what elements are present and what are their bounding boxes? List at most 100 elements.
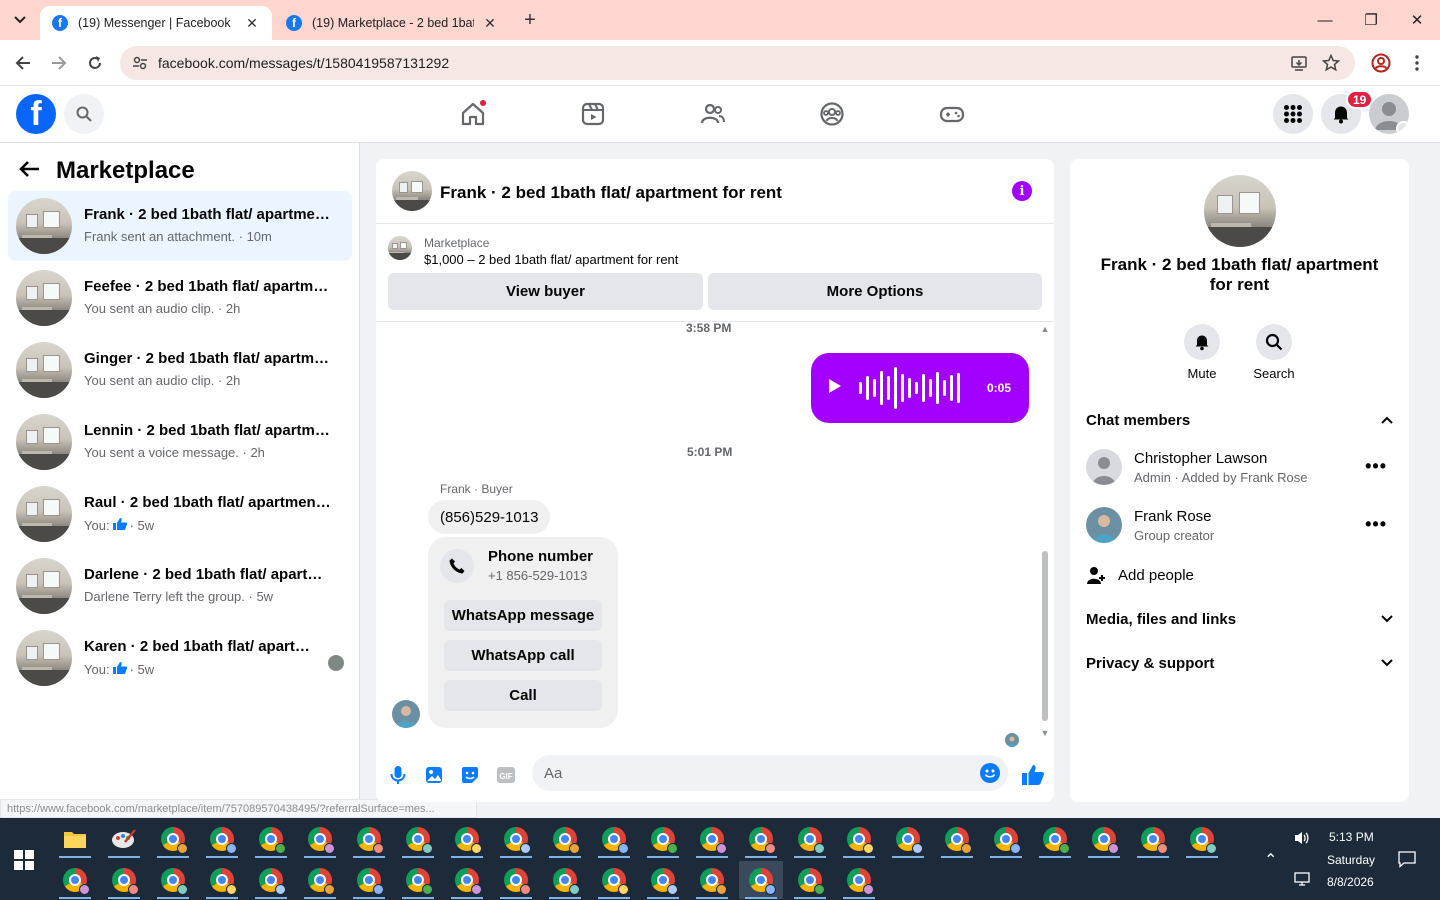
chrome-app-icon[interactable]	[151, 820, 195, 858]
close-tab-icon[interactable]: ✕	[244, 15, 260, 32]
chrome-app-icon[interactable]	[543, 820, 587, 858]
chrome-app-icon[interactable]	[739, 861, 783, 899]
chrome-app-icon[interactable]	[53, 861, 97, 899]
chrome-app-icon[interactable]	[494, 820, 538, 858]
nav-groups[interactable]	[814, 96, 850, 132]
chrome-app-icon[interactable]	[396, 861, 440, 899]
new-tab-button[interactable]: +	[518, 9, 542, 33]
close-window-button[interactable]: ✕	[1394, 0, 1440, 40]
chrome-app-icon[interactable]	[641, 820, 685, 858]
chrome-app-icon[interactable]	[592, 861, 636, 899]
conversation-item[interactable]: Raul · 2 bed 1bath flat/ apartment for r…	[8, 479, 352, 549]
facebook-search-button[interactable]	[64, 94, 104, 134]
marketplace-listing[interactable]: Marketplace $1,000 – 2 bed 1bath flat/ a…	[388, 236, 1028, 270]
tab-messenger[interactable]: f (19) Messenger | Facebook ✕	[40, 6, 272, 40]
gif-icon[interactable]: GIF	[495, 764, 517, 786]
chat-title[interactable]: Frank · 2 bed 1bath flat/ apartment for …	[440, 183, 782, 203]
search-action[interactable]: Search	[1244, 324, 1304, 381]
chrome-app-icon[interactable]	[690, 861, 734, 899]
chrome-app-icon[interactable]	[739, 820, 783, 858]
chrome-app-icon[interactable]	[200, 861, 244, 899]
chrome-app-icon[interactable]	[200, 820, 244, 858]
message-bubble[interactable]: (856)529-1013	[428, 500, 551, 534]
forward-button[interactable]	[45, 49, 73, 77]
chrome-app-icon[interactable]	[347, 820, 391, 858]
chrome-app-icon[interactable]	[298, 861, 342, 899]
chrome-app-icon[interactable]	[347, 861, 391, 899]
chrome-app-icon[interactable]	[837, 820, 881, 858]
mute-action[interactable]: Mute	[1172, 324, 1232, 381]
view-buyer-button[interactable]: View buyer	[388, 273, 703, 310]
chrome-app-icon[interactable]	[690, 820, 734, 858]
chat-thumbnail[interactable]	[392, 171, 432, 211]
facebook-logo[interactable]: f	[16, 94, 56, 134]
chrome-app-icon[interactable]	[837, 861, 881, 899]
windows-start-icon[interactable]	[14, 850, 34, 870]
nav-home[interactable]	[455, 96, 491, 132]
chrome-app-icon[interactable]	[886, 820, 930, 858]
media-files-links-section[interactable]: Media, files and links	[1086, 607, 1393, 631]
chat-members-section-header[interactable]: Chat members	[1086, 408, 1393, 432]
conversation-item[interactable]: Ginger · 2 bed 1bath flat/ apartment for…	[8, 335, 352, 405]
conversation-item[interactable]: Lennin · 2 bed 1bath flat/ apartment for…	[8, 407, 352, 477]
chrome-app-icon[interactable]	[935, 820, 979, 858]
conversation-item[interactable]: Karen · 2 bed 1bath flat/ apartment for …	[8, 623, 352, 693]
maximize-button[interactable]: ❐	[1348, 0, 1394, 40]
whatsapp-message-button[interactable]: WhatsApp message	[444, 600, 602, 631]
conversation-item[interactable]: Feefee · 2 bed 1bath flat/ apartment for…	[8, 263, 352, 333]
install-app-icon[interactable]	[1290, 54, 1308, 72]
site-settings-icon[interactable]	[132, 55, 148, 71]
message-input[interactable]: Aa	[532, 755, 1008, 791]
close-tab-icon[interactable]: ✕	[482, 15, 498, 32]
more-options-button[interactable]: More Options	[708, 273, 1042, 310]
emoji-icon[interactable]	[980, 763, 1000, 783]
chrome-app-icon[interactable]	[788, 861, 832, 899]
nav-friends[interactable]	[695, 96, 731, 132]
chrome-app-icon[interactable]	[298, 820, 342, 858]
chrome-app-icon[interactable]	[984, 820, 1028, 858]
notification-center-icon[interactable]	[1398, 850, 1416, 871]
thumbs-up-send-icon[interactable]	[1020, 764, 1046, 786]
chrome-app-icon[interactable]	[445, 820, 489, 858]
chrome-app-icon[interactable]	[249, 820, 293, 858]
browser-menu-button[interactable]	[1403, 49, 1431, 77]
chrome-app-icon[interactable]	[396, 820, 440, 858]
omnibox[interactable]: facebook.com/messages/t/1580419587131292	[120, 46, 1355, 80]
chrome-app-icon[interactable]	[1131, 820, 1175, 858]
page-scrollbar[interactable]	[1427, 143, 1440, 818]
scroll-up-arrow[interactable]: ▲	[1040, 324, 1050, 334]
whatsapp-call-button[interactable]: WhatsApp call	[444, 640, 602, 671]
network-icon[interactable]	[1294, 872, 1310, 889]
chrome-app-icon[interactable]	[592, 820, 636, 858]
reload-button[interactable]	[81, 49, 109, 77]
chrome-app-icon[interactable]	[102, 861, 146, 899]
nav-gaming[interactable]	[934, 96, 970, 132]
chrome-app-icon[interactable]	[249, 861, 293, 899]
paint-app-icon[interactable]	[102, 820, 146, 858]
chat-scrollbar-thumb[interactable]	[1042, 551, 1048, 721]
sticker-icon[interactable]	[459, 764, 481, 786]
menu-button[interactable]	[1273, 94, 1313, 134]
clock-date[interactable]: 8/8/2026	[1327, 875, 1374, 889]
clock-day[interactable]: Saturday	[1327, 853, 1375, 867]
chrome-app-icon[interactable]	[543, 861, 587, 899]
scroll-down-arrow[interactable]: ▼	[1040, 728, 1050, 738]
bookmark-star-icon[interactable]	[1322, 54, 1340, 72]
file-explorer-icon[interactable]	[53, 820, 97, 858]
conversation-item[interactable]: Darlene · 2 bed 1bath flat/ apartment fo…	[8, 551, 352, 621]
play-icon[interactable]	[829, 379, 841, 393]
clock-time[interactable]: 5:13 PM	[1329, 830, 1374, 844]
show-hidden-icons-chevron-up-icon[interactable]: ⌃	[1264, 850, 1277, 870]
chrome-app-icon[interactable]	[1180, 820, 1224, 858]
back-arrow-icon[interactable]	[18, 157, 42, 185]
conversation-item[interactable]: Frank · 2 bed 1bath flat/ apartment for …	[8, 191, 352, 261]
chrome-app-icon[interactable]	[1082, 820, 1126, 858]
sender-avatar[interactable]	[392, 700, 420, 728]
tab-search-button[interactable]	[8, 8, 32, 32]
microphone-icon[interactable]	[387, 764, 409, 786]
more-options-icon[interactable]: •••	[1365, 514, 1387, 535]
chrome-app-icon[interactable]	[494, 861, 538, 899]
add-people-button[interactable]: Add people	[1086, 563, 1194, 587]
member-item[interactable]: Christopher Lawson Admin · Added by Fran…	[1086, 447, 1393, 491]
tab-marketplace[interactable]: f (19) Marketplace - 2 bed 1bath ✕	[274, 6, 510, 40]
